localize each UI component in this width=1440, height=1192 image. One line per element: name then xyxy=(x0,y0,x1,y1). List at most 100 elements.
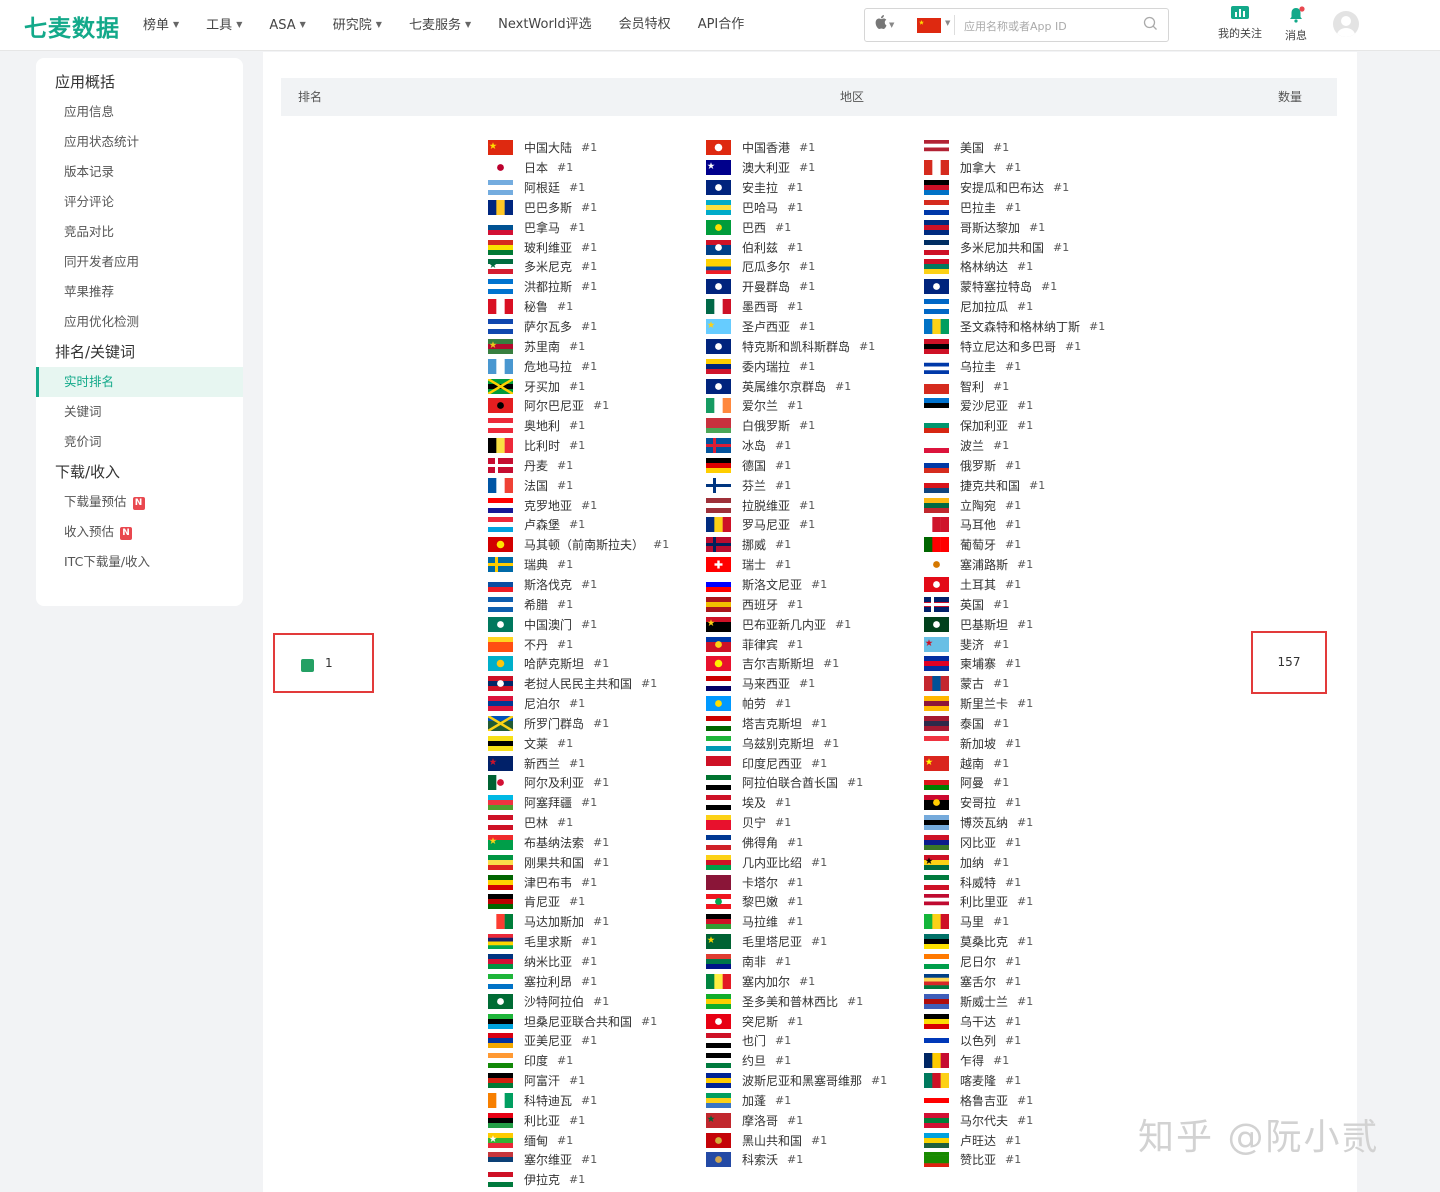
sidebar-item[interactable]: 竞价词 xyxy=(36,427,243,457)
list-item[interactable]: 摩洛哥 #1 xyxy=(706,1110,924,1130)
list-item[interactable]: 波兰 #1 xyxy=(924,436,1142,456)
list-item[interactable]: 蒙特塞拉特岛 #1 xyxy=(924,277,1142,297)
list-item[interactable]: 黎巴嫩 #1 xyxy=(706,892,924,912)
nav-item[interactable]: 榜单 ▼ xyxy=(143,0,179,50)
sidebar-item[interactable]: 应用优化检测 xyxy=(36,307,243,337)
list-item[interactable]: 新加坡 #1 xyxy=(924,733,1142,753)
list-item[interactable]: 中国香港 #1 xyxy=(706,138,924,158)
list-item[interactable]: 特立尼达和多巴哥 #1 xyxy=(924,336,1142,356)
list-item[interactable]: 肯尼亚 #1 xyxy=(488,892,706,912)
list-item[interactable]: 巴拿马 #1 xyxy=(488,217,706,237)
list-item[interactable]: 文莱 #1 xyxy=(488,733,706,753)
list-item[interactable]: 阿根廷 #1 xyxy=(488,178,706,198)
list-item[interactable]: 奥地利 #1 xyxy=(488,416,706,436)
list-item[interactable]: 安提瓜和巴布达 #1 xyxy=(924,178,1142,198)
list-item[interactable]: 巴林 #1 xyxy=(488,813,706,833)
list-item[interactable]: 苏里南 #1 xyxy=(488,336,706,356)
list-item[interactable]: 所罗门群岛 #1 xyxy=(488,713,706,733)
list-item[interactable]: 佛得角 #1 xyxy=(706,833,924,853)
list-item[interactable]: 巴西 #1 xyxy=(706,217,924,237)
list-item[interactable]: 委内瑞拉 #1 xyxy=(706,356,924,376)
list-item[interactable]: 马里 #1 xyxy=(924,912,1142,932)
list-item[interactable]: 巴布亚新几内亚 #1 xyxy=(706,614,924,634)
list-item[interactable]: 尼加拉瓜 #1 xyxy=(924,297,1142,317)
list-item[interactable]: 冰岛 #1 xyxy=(706,436,924,456)
list-item[interactable]: 黑山共和国 #1 xyxy=(706,1130,924,1150)
list-item[interactable]: 卢旺达 #1 xyxy=(924,1130,1142,1150)
list-item[interactable]: 以色列 #1 xyxy=(924,1031,1142,1051)
list-item[interactable]: 塞浦路斯 #1 xyxy=(924,555,1142,575)
list-item[interactable]: 安哥拉 #1 xyxy=(924,793,1142,813)
list-item[interactable]: 卡塔尔 #1 xyxy=(706,872,924,892)
list-item[interactable]: 巴拉圭 #1 xyxy=(924,198,1142,218)
list-item[interactable]: 丹麦 #1 xyxy=(488,456,706,476)
list-item[interactable]: 马其顿（前南斯拉夫） #1 xyxy=(488,535,706,555)
list-item[interactable]: 日本 #1 xyxy=(488,158,706,178)
list-item[interactable]: 菲律宾 #1 xyxy=(706,634,924,654)
list-item[interactable]: 斐济 #1 xyxy=(924,634,1142,654)
list-item[interactable]: 阿尔巴尼亚 #1 xyxy=(488,396,706,416)
sidebar-item[interactable]: 下载量预估 N xyxy=(36,487,243,517)
list-item[interactable]: 加蓬 #1 xyxy=(706,1091,924,1111)
sidebar-item[interactable]: 苹果推荐 xyxy=(36,277,243,307)
list-item[interactable]: 多米尼加共和国 #1 xyxy=(924,237,1142,257)
list-item[interactable]: 毛里求斯 #1 xyxy=(488,932,706,952)
list-item[interactable]: 斯里兰卡 #1 xyxy=(924,694,1142,714)
list-item[interactable]: 印度尼西亚 #1 xyxy=(706,753,924,773)
sidebar-item[interactable]: ITC下载量/收入 xyxy=(36,547,243,577)
list-item[interactable]: 澳大利亚 #1 xyxy=(706,158,924,178)
sidebar-item[interactable]: 收入预估 N xyxy=(36,517,243,547)
list-item[interactable]: 新西兰 #1 xyxy=(488,753,706,773)
list-item[interactable]: 塞尔维亚 #1 xyxy=(488,1150,706,1170)
sidebar-item[interactable]: 关键词 xyxy=(36,397,243,427)
list-item[interactable]: 尼日尔 #1 xyxy=(924,952,1142,972)
list-item[interactable]: 突尼斯 #1 xyxy=(706,1011,924,1031)
list-item[interactable]: 英国 #1 xyxy=(924,594,1142,614)
list-item[interactable]: 哈萨克斯坦 #1 xyxy=(488,654,706,674)
list-item[interactable]: 塞内加尔 #1 xyxy=(706,971,924,991)
list-item[interactable]: 爱沙尼亚 #1 xyxy=(924,396,1142,416)
list-item[interactable]: 洪都拉斯 #1 xyxy=(488,277,706,297)
nav-item[interactable]: NextWorld评选 xyxy=(498,0,592,50)
list-item[interactable]: 保加利亚 #1 xyxy=(924,416,1142,436)
list-item[interactable]: 帕劳 #1 xyxy=(706,694,924,714)
nav-item[interactable]: ASA ▼ xyxy=(269,0,305,50)
list-item[interactable]: 约旦 #1 xyxy=(706,1051,924,1071)
logo[interactable]: 七麦数据 xyxy=(24,9,120,43)
list-item[interactable]: 马达加斯加 #1 xyxy=(488,912,706,932)
list-item[interactable]: 缅甸 #1 xyxy=(488,1130,706,1150)
messages-button[interactable]: 消息 xyxy=(1285,6,1307,43)
list-item[interactable]: 土耳其 #1 xyxy=(924,575,1142,595)
list-item[interactable]: 科特迪瓦 #1 xyxy=(488,1091,706,1111)
list-item[interactable]: 英属维尔京群岛 #1 xyxy=(706,376,924,396)
list-item[interactable]: 布基纳法索 #1 xyxy=(488,833,706,853)
list-item[interactable]: 墨西哥 #1 xyxy=(706,297,924,317)
sidebar-item[interactable]: 应用信息 xyxy=(36,97,243,127)
list-item[interactable]: 美国 #1 xyxy=(924,138,1142,158)
list-item[interactable]: 赞比亚 #1 xyxy=(924,1150,1142,1170)
nav-item[interactable]: 会员特权 xyxy=(619,0,671,50)
list-item[interactable]: 喀麦隆 #1 xyxy=(924,1071,1142,1091)
list-item[interactable]: 纳米比亚 #1 xyxy=(488,952,706,972)
list-item[interactable]: 巴巴多斯 #1 xyxy=(488,198,706,218)
list-item[interactable]: 利比亚 #1 xyxy=(488,1110,706,1130)
list-item[interactable]: 几内亚比绍 #1 xyxy=(706,852,924,872)
list-item[interactable]: 芬兰 #1 xyxy=(706,475,924,495)
list-item[interactable]: 阿拉伯联合酋长国 #1 xyxy=(706,773,924,793)
sidebar-item[interactable]: 竞品对比 xyxy=(36,217,243,247)
nav-item[interactable]: API合作 xyxy=(698,0,745,50)
list-item[interactable]: 乌兹别克斯坦 #1 xyxy=(706,733,924,753)
list-item[interactable]: 开曼群岛 #1 xyxy=(706,277,924,297)
list-item[interactable]: 白俄罗斯 #1 xyxy=(706,416,924,436)
list-item[interactable]: 萨尔瓦多 #1 xyxy=(488,317,706,337)
list-item[interactable]: 捷克共和国 #1 xyxy=(924,475,1142,495)
list-item[interactable]: 厄瓜多尔 #1 xyxy=(706,257,924,277)
list-item[interactable]: 毛里塔尼亚 #1 xyxy=(706,932,924,952)
list-item[interactable]: 安圭拉 #1 xyxy=(706,178,924,198)
list-item[interactable]: 挪威 #1 xyxy=(706,535,924,555)
list-item[interactable]: 牙买加 #1 xyxy=(488,376,706,396)
list-item[interactable]: 尼泊尔 #1 xyxy=(488,694,706,714)
list-item[interactable]: 卢森堡 #1 xyxy=(488,515,706,535)
country-dropdown-caret[interactable]: ▼ xyxy=(945,19,950,27)
country-flag-icon[interactable] xyxy=(917,18,941,33)
